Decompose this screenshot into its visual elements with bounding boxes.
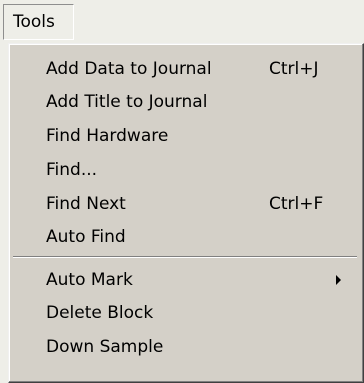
menu-bar: Tools xyxy=(0,0,364,44)
menu-item-label: Find Next xyxy=(46,194,126,214)
menu-item-find-next[interactable]: Find Next Ctrl+F xyxy=(11,188,355,220)
menu-item-label: Delete Block xyxy=(46,303,154,323)
menu-item-add-title-to-journal[interactable]: Add Title to Journal xyxy=(11,86,355,118)
menu-item-down-sample[interactable]: Down Sample xyxy=(11,331,355,363)
menu-item-shortcut: Ctrl+F xyxy=(269,194,324,214)
menu-item-auto-mark[interactable]: Auto Mark xyxy=(11,264,355,296)
menu-separator xyxy=(13,256,357,258)
menu-item-shortcut: Ctrl+J xyxy=(269,59,319,79)
menu-item-label: Add Data to Journal xyxy=(46,59,212,79)
menu-item-label: Auto Find xyxy=(46,227,126,247)
submenu-arrow-icon xyxy=(336,275,341,285)
tools-dropdown-menu: Add Data to Journal Ctrl+J Add Title to … xyxy=(8,43,364,383)
menu-item-add-data-to-journal[interactable]: Add Data to Journal Ctrl+J xyxy=(11,53,355,85)
menu-item-find-hardware[interactable]: Find Hardware xyxy=(11,120,355,152)
menu-item-label: Add Title to Journal xyxy=(46,92,208,112)
menu-item-label: Find Hardware xyxy=(46,126,169,146)
menu-item-label: Auto Mark xyxy=(46,270,133,290)
menu-item-find[interactable]: Find... xyxy=(11,154,355,186)
tools-menu-button[interactable]: Tools xyxy=(3,4,74,40)
menu-item-auto-find[interactable]: Auto Find xyxy=(11,221,355,253)
menu-item-delete-block[interactable]: Delete Block xyxy=(11,297,355,329)
menu-item-label: Down Sample xyxy=(46,337,164,357)
menu-item-label: Find... xyxy=(46,160,98,180)
